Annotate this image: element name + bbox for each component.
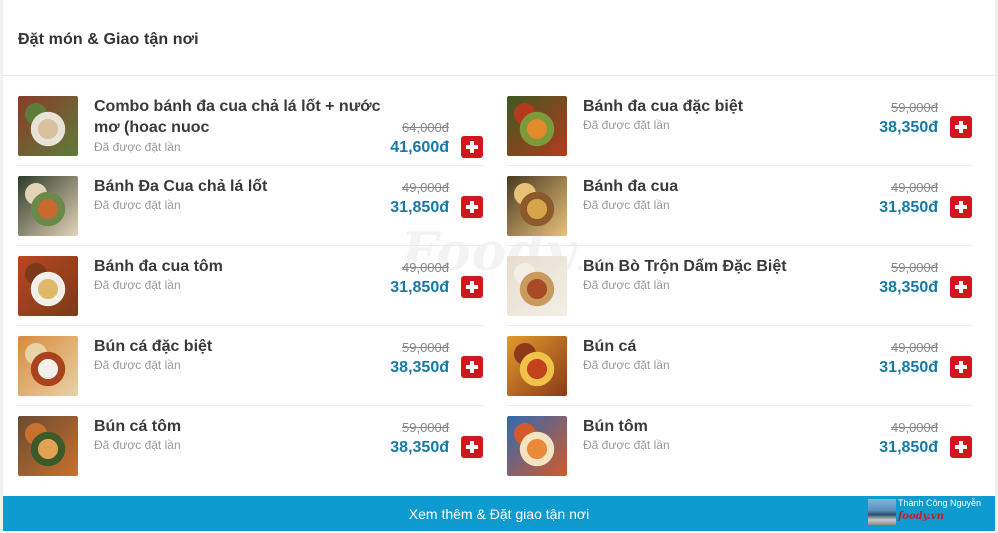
ordered-count-label: Đã được đặt lần	[94, 140, 181, 154]
menu-item[interactable]: Bún tôm Đã được đặt lần 49,000đ 31,850đ	[506, 406, 972, 486]
dish-photo[interactable]	[507, 256, 567, 316]
add-to-cart-button[interactable]	[461, 136, 483, 158]
ordered-count-label: Đã được đặt lần	[94, 278, 181, 292]
old-price: 59,000đ	[402, 420, 449, 435]
panel-title: Đặt món & Giao tận nơi	[18, 31, 199, 48]
add-to-cart-button[interactable]	[950, 116, 972, 138]
add-to-cart-button[interactable]	[461, 276, 483, 298]
dish-photo[interactable]	[18, 176, 78, 236]
old-price: 49,000đ	[891, 340, 938, 355]
menu-item[interactable]: Bánh đa cua tôm Đã được đặt lần 49,000đ 31,…	[17, 246, 483, 326]
dish-photo[interactable]	[18, 416, 78, 476]
old-price: 49,000đ	[891, 420, 938, 435]
ordered-count-label: Đã được đặt lần	[94, 198, 181, 212]
old-price: 49,000đ	[402, 180, 449, 195]
dish-name[interactable]: Bún Bò Trộn Dấm Đặc Biệt	[583, 256, 873, 277]
add-to-cart-button[interactable]	[461, 436, 483, 458]
old-price: 49,000đ	[891, 180, 938, 195]
discount-price: 31,850đ	[390, 279, 449, 296]
dish-photo[interactable]	[507, 336, 567, 396]
old-price: 59,000đ	[891, 260, 938, 275]
dish-name[interactable]: Bánh Đa Cua chả lá lốt	[94, 176, 384, 197]
menu-item[interactable]: Bún cá đặc biệt Đã được đặt lần 59,000đ 38,…	[17, 326, 483, 406]
dish-photo[interactable]	[18, 96, 78, 156]
dish-name[interactable]: Bún cá	[583, 336, 873, 357]
discount-price: 38,350đ	[879, 119, 938, 136]
dish-photo[interactable]	[18, 256, 78, 316]
discount-price: 38,350đ	[390, 439, 449, 456]
menu-item[interactable]: Combo bánh đa cua chả lá lốt + nước mơ (…	[17, 86, 483, 166]
dish-name[interactable]: Bánh đa cua đặc biệt	[583, 96, 873, 117]
dish-name[interactable]: Bún cá đặc biệt	[94, 336, 384, 357]
credit-avatar	[868, 499, 896, 525]
add-to-cart-button[interactable]	[950, 436, 972, 458]
ordered-count-label: Đã được đặt lần	[94, 438, 181, 452]
order-delivery-panel: Đặt món & Giao tận nơi Foody.vn Combo bá…	[3, 0, 995, 533]
add-to-cart-button[interactable]	[950, 356, 972, 378]
ordered-count-label: Đã được đặt lần	[583, 118, 670, 132]
see-more-order-button[interactable]: Xem thêm & Đặt giao tận nơi	[3, 496, 995, 531]
dish-photo[interactable]	[18, 336, 78, 396]
add-to-cart-button[interactable]	[461, 196, 483, 218]
discount-price: 31,850đ	[879, 359, 938, 376]
old-price: 64,000đ	[402, 120, 449, 135]
photo-credit[interactable]: Thành Công Nguyễn foody.vn	[868, 497, 996, 527]
old-price: 59,000đ	[891, 100, 938, 115]
dish-name[interactable]: Bánh đa cua tôm	[94, 256, 384, 277]
discount-price: 31,850đ	[879, 199, 938, 216]
ordered-count-label: Đã được đặt lần	[583, 438, 670, 452]
ordered-count-label: Đã được đặt lần	[94, 358, 181, 372]
dish-photo[interactable]	[507, 176, 567, 236]
discount-price: 38,350đ	[879, 279, 938, 296]
add-to-cart-button[interactable]	[950, 276, 972, 298]
menu-item[interactable]: Bánh Đa Cua chả lá lốt Đã được đặt lần 49,…	[17, 166, 483, 246]
credit-name: Thành Công Nguyễn	[898, 498, 982, 508]
menu-item[interactable]: Bánh đa cua đặc biệt Đã được đặt lần 59,00…	[506, 86, 972, 166]
dish-name[interactable]: Bún tôm	[583, 416, 873, 437]
credit-logo: foody.vn	[898, 511, 944, 522]
menu-column-left: Combo bánh đa cua chả lá lốt + nước mơ (…	[17, 86, 483, 486]
dish-photo[interactable]	[507, 416, 567, 476]
ordered-count-label: Đã được đặt lần	[583, 198, 670, 212]
old-price: 59,000đ	[402, 340, 449, 355]
menu-item[interactable]: Bánh đa cua Đã được đặt lần 49,000đ 31,850đ	[506, 166, 972, 246]
menu-column-right: Bánh đa cua đặc biệt Đã được đặt lần 59,00…	[506, 86, 972, 486]
menu-item[interactable]: Bún cá Đã được đặt lần 49,000đ 31,850đ	[506, 326, 972, 406]
add-to-cart-button[interactable]	[950, 196, 972, 218]
panel-header: Đặt món & Giao tận nơi	[3, 0, 995, 76]
menu-item[interactable]: Bún Bò Trộn Dấm Đặc Biệt Đã được đặt lần 5…	[506, 246, 972, 326]
discount-price: 31,850đ	[879, 439, 938, 456]
menu-item[interactable]: Bún cá tôm Đã được đặt lần 59,000đ 38,350đ	[17, 406, 483, 486]
dish-name[interactable]: Bánh đa cua	[583, 176, 873, 197]
dish-name[interactable]: Bún cá tôm	[94, 416, 384, 437]
discount-price: 31,850đ	[390, 199, 449, 216]
discount-price: 41,600đ	[390, 139, 449, 156]
ordered-count-label: Đã được đặt lần	[583, 278, 670, 292]
ordered-count-label: Đã được đặt lần	[583, 358, 670, 372]
dish-name[interactable]: Combo bánh đa cua chả lá lốt + nước mơ (…	[94, 96, 384, 138]
dish-photo[interactable]	[507, 96, 567, 156]
see-more-order-label: Xem thêm & Đặt giao tận nơi	[408, 505, 590, 522]
discount-price: 38,350đ	[390, 359, 449, 376]
add-to-cart-button[interactable]	[461, 356, 483, 378]
old-price: 49,000đ	[402, 260, 449, 275]
